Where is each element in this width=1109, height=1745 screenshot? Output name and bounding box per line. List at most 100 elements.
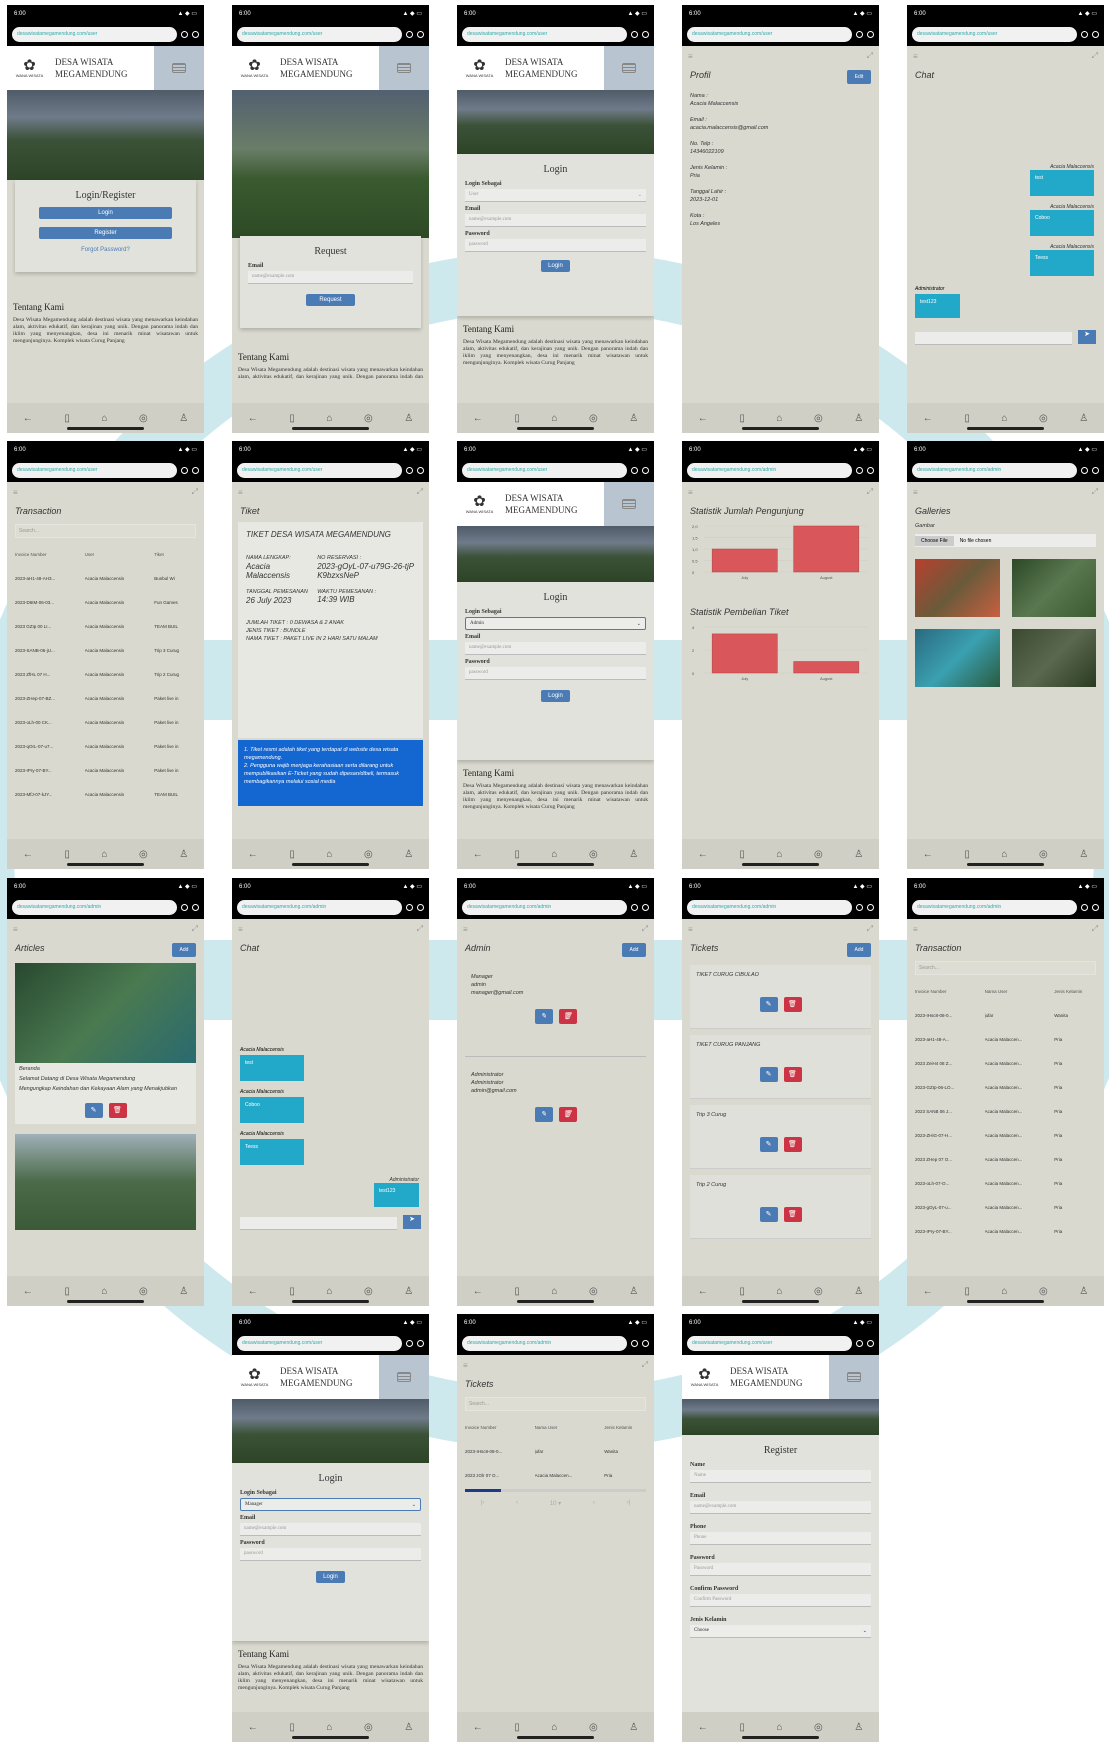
profile-icon[interactable]: ♙ <box>179 1286 188 1297</box>
role-select[interactable]: Admin ⌄ <box>465 617 646 630</box>
table-row[interactable]: 2023 ZHep 07 O... Acacia Malaccen... Pria <box>907 1147 1104 1171</box>
profile-icon[interactable]: ♙ <box>629 849 638 860</box>
menu-icon[interactable]: ≡ <box>13 488 18 497</box>
table-row[interactable]: 2023-oLh-07-O... Acacia Malaccen... Pria <box>907 1171 1104 1195</box>
menu-icon[interactable]: ≡ <box>688 925 693 934</box>
url-bar[interactable]: desawisatamegamendung.com/user <box>237 462 402 478</box>
url-bar[interactable]: desawisatamegamendung.com/admin <box>462 1335 627 1351</box>
profile-icon[interactable]: ♙ <box>1079 849 1088 860</box>
back-icon[interactable]: ← <box>248 849 258 860</box>
gallery-image[interactable] <box>915 559 1000 617</box>
home-icon[interactable]: ⌂ <box>326 413 332 424</box>
home-icon[interactable]: ⌂ <box>326 849 332 860</box>
home-icon[interactable]: ⌂ <box>776 1722 782 1733</box>
profile-icon[interactable]: ♙ <box>1079 413 1088 424</box>
home-icon[interactable]: ⌂ <box>326 1286 332 1297</box>
menu-icon[interactable]: ≡ <box>13 925 18 934</box>
login-button[interactable]: Login <box>541 690 570 702</box>
expand-icon[interactable]: ⤢ <box>867 51 873 61</box>
back-icon[interactable]: ← <box>473 413 483 424</box>
menu-icon[interactable]: ≡ <box>463 925 468 934</box>
register-button[interactable]: Register <box>39 227 172 239</box>
game-icon[interactable]: ◎ <box>814 849 823 860</box>
send-icon[interactable]: ➤ <box>403 1215 421 1229</box>
menu-icon[interactable]: ≡ <box>238 925 243 934</box>
trash-icon[interactable]: 🗑 <box>783 1206 802 1222</box>
url-bar[interactable]: desawisatamegamendung.com/user <box>462 462 627 478</box>
profile-icon[interactable]: ♙ <box>854 1722 863 1733</box>
profile-icon[interactable]: ♙ <box>404 1286 413 1297</box>
send-icon[interactable]: ➤ <box>1078 330 1096 344</box>
book-icon[interactable]: ▯ <box>289 849 295 860</box>
url-bar[interactable]: desawisatamegamendung.com/admin <box>687 462 852 478</box>
menu-icon[interactable]: ≡ <box>913 925 918 934</box>
home-icon[interactable]: ⌂ <box>326 1722 332 1733</box>
search-input[interactable]: Search... <box>915 961 1096 975</box>
back-icon[interactable]: ← <box>248 1722 258 1733</box>
expand-icon[interactable]: ⤢ <box>1092 924 1098 934</box>
edit-icon[interactable]: ✎ <box>759 1066 778 1082</box>
password-field[interactable]: password <box>465 239 646 252</box>
table-row[interactable]: 2023-ZHiG-07-H... Acacia Malaccen... Pria <box>907 1123 1104 1147</box>
game-icon[interactable]: ◎ <box>814 1286 823 1297</box>
edit-icon[interactable]: ✎ <box>759 1136 778 1152</box>
game-icon[interactable]: ◎ <box>364 849 373 860</box>
table-row[interactable]: 2023-IHsc8-08-0... jufar Wanita <box>457 1439 654 1463</box>
book-icon[interactable]: ▯ <box>289 1722 295 1733</box>
url-bar[interactable]: desawisatamegamendung.com/user <box>687 1335 852 1351</box>
menu-icon[interactable]: ≡ <box>913 52 918 61</box>
expand-icon[interactable]: ⤢ <box>417 924 423 934</box>
profile-icon[interactable]: ♙ <box>854 413 863 424</box>
book-icon[interactable]: ▯ <box>514 849 520 860</box>
home-icon[interactable]: ⌂ <box>776 413 782 424</box>
expand-icon[interactable]: ⤢ <box>642 924 648 934</box>
add-button[interactable]: Add <box>847 943 871 957</box>
back-icon[interactable]: ← <box>248 1286 258 1297</box>
table-row[interactable]: 2023-MfJ-07-kJY... Acacia Malaccensis TEAM… <box>7 782 204 806</box>
url-bar[interactable]: desawisatamegamendung.com/user <box>12 462 177 478</box>
table-row[interactable]: 2023-aH1-48-A... Acacia Malaccen... Pria <box>907 1027 1104 1051</box>
expand-icon[interactable]: ⤢ <box>417 487 423 497</box>
table-row[interactable]: 2023-gOyL-07-u... Acacia Malaccen... Pria <box>907 1195 1104 1219</box>
trash-icon[interactable]: 🗑 <box>558 1009 577 1024</box>
profile-icon[interactable]: ♙ <box>629 413 638 424</box>
trash-icon[interactable]: 🗑 <box>558 1107 577 1122</box>
table-row[interactable]: 2023-aH1-48-AH3... Acacia Malaccensis Bunb… <box>7 566 204 590</box>
chat-input[interactable] <box>915 332 1072 345</box>
chat-input[interactable] <box>240 1217 397 1230</box>
back-icon[interactable]: ← <box>923 413 933 424</box>
book-icon[interactable]: ▯ <box>964 413 970 424</box>
back-icon[interactable]: ← <box>23 413 33 424</box>
url-bar[interactable]: desawisatamegamendung.com/admin <box>912 899 1077 915</box>
add-button[interactable]: Add <box>172 943 196 957</box>
url-bar[interactable]: desawisatamegamendung.com/user <box>462 26 627 42</box>
game-icon[interactable]: ◎ <box>139 849 148 860</box>
profile-icon[interactable]: ♙ <box>854 1286 863 1297</box>
url-bar[interactable]: desawisatamegamendung.com/user <box>12 26 177 42</box>
scrollbar[interactable] <box>465 1489 646 1492</box>
back-icon[interactable]: ← <box>923 1286 933 1297</box>
book-icon[interactable]: ▯ <box>289 1286 295 1297</box>
home-icon[interactable]: ⌂ <box>1001 849 1007 860</box>
expand-icon[interactable]: ⤢ <box>1092 487 1098 497</box>
table-row[interactable]: 2023 zOlr 07 O... Acacia Malaccen... Pria <box>457 1463 654 1487</box>
profile-icon[interactable]: ♙ <box>179 413 188 424</box>
game-icon[interactable]: ◎ <box>1039 413 1048 424</box>
game-icon[interactable]: ◎ <box>364 413 373 424</box>
table-row[interactable]: 2023-qOrL-07-u7... Acacia Malaccensis Pake… <box>7 734 204 758</box>
menu-icon[interactable] <box>379 1355 429 1399</box>
login-button[interactable]: Login <box>316 1571 345 1583</box>
menu-icon[interactable] <box>604 46 654 90</box>
back-icon[interactable]: ← <box>698 1722 708 1733</box>
book-icon[interactable]: ▯ <box>739 849 745 860</box>
edit-icon[interactable]: ✎ <box>759 1206 778 1222</box>
table-row[interactable]: 2023-SANB-06-jU... Acacia Malaccensis Trip… <box>7 638 204 662</box>
expand-icon[interactable]: ⤢ <box>1092 51 1098 61</box>
back-icon[interactable]: ← <box>23 849 33 860</box>
back-icon[interactable]: ← <box>698 1286 708 1297</box>
phone-field[interactable]: Phone <box>690 1532 871 1545</box>
search-input[interactable]: Search... <box>465 1397 646 1411</box>
game-icon[interactable]: ◎ <box>1039 1286 1048 1297</box>
back-icon[interactable]: ← <box>473 849 483 860</box>
game-icon[interactable]: ◎ <box>139 413 148 424</box>
